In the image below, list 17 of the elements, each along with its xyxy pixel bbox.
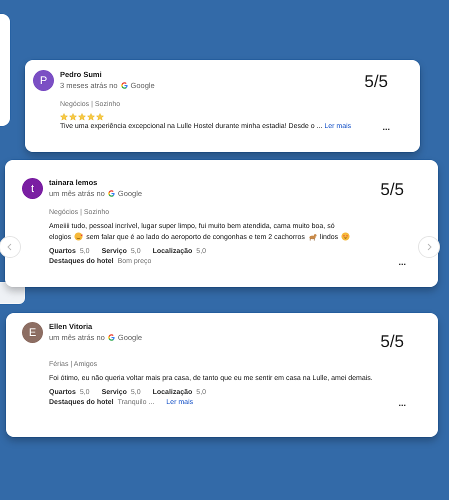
review-score: 5/5: [364, 72, 388, 92]
google-logo-icon: [108, 190, 115, 197]
previous-button[interactable]: [0, 236, 21, 258]
avatar: P: [33, 70, 54, 91]
dog-icon: [308, 232, 317, 242]
next-button[interactable]: [418, 236, 440, 258]
more-options-button[interactable]: ...: [382, 123, 390, 132]
avatar: t: [22, 178, 43, 199]
more-options-button[interactable]: ...: [398, 398, 406, 408]
more-options-button[interactable]: ...: [398, 258, 406, 267]
smiley-icon: [341, 232, 350, 242]
review-score: 5/5: [380, 332, 404, 352]
smiley-icon: [74, 232, 84, 242]
google-logo-icon: [108, 334, 115, 341]
review-score: 5/5: [380, 180, 404, 200]
google-logo-icon: [120, 82, 128, 89]
avatar: E: [22, 322, 43, 343]
